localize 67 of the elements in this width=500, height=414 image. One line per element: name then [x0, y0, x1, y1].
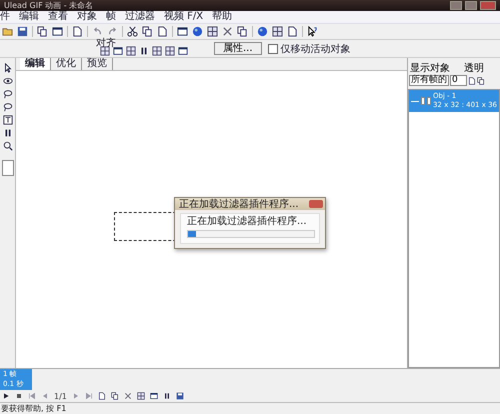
tab[interactable]: 预览	[82, 58, 113, 70]
bars-icon[interactable]	[2, 128, 12, 138]
grid-icon[interactable]	[207, 26, 218, 37]
lasso-icon[interactable]	[2, 89, 12, 99]
redo-arrow-icon[interactable]	[107, 26, 118, 37]
cross-icon[interactable]	[124, 392, 132, 400]
bars-icon[interactable]	[139, 46, 149, 56]
grid-icon[interactable]	[100, 46, 110, 56]
pointer-icon[interactable]	[2, 63, 12, 73]
dialog-title: 正在加载过滤器插件程序...	[179, 198, 299, 211]
page-icon[interactable]	[157, 26, 168, 37]
grid-icon[interactable]	[272, 26, 283, 37]
window-icon[interactable]	[52, 26, 63, 37]
text-tool-icon[interactable]	[2, 115, 12, 125]
menu-item[interactable]: 对象	[77, 11, 97, 23]
align-label: 对齐	[96, 39, 116, 49]
window-icon[interactable]	[150, 392, 158, 400]
display-dropdown[interactable]: 所有帧的	[409, 75, 449, 86]
menu-item[interactable]: 帮助	[212, 11, 232, 23]
display-label: 显示对象	[410, 64, 450, 74]
copy-icon[interactable]	[142, 26, 153, 37]
copy-icon[interactable]	[237, 26, 248, 37]
copy-icon[interactable]	[110, 392, 119, 400]
play-icon[interactable]	[2, 392, 10, 400]
tab[interactable]: 编辑	[20, 58, 51, 70]
page-icon[interactable]	[72, 26, 83, 37]
color-swatch[interactable]	[2, 160, 14, 176]
window-icon[interactable]	[178, 46, 188, 56]
stop-icon[interactable]	[15, 392, 23, 400]
status-text: 要获得帮助, 按 F1	[1, 403, 66, 414]
tab[interactable]: 优化	[51, 58, 82, 70]
copy-icon[interactable]	[477, 76, 485, 84]
menu-item[interactable]: 帧	[106, 11, 116, 23]
grid-icon[interactable]	[165, 46, 175, 56]
page-icon[interactable]	[287, 26, 298, 37]
menu-item[interactable]: 视频 F/X	[164, 11, 204, 23]
magnifier-icon[interactable]	[2, 141, 12, 151]
menu-item[interactable]: 查看	[48, 11, 68, 23]
window-icon[interactable]	[113, 46, 123, 56]
bars-icon[interactable]	[162, 392, 171, 400]
grid-icon[interactable]	[152, 46, 162, 56]
eye-icon[interactable]	[2, 76, 12, 86]
globe-icon[interactable]	[257, 26, 268, 37]
lasso-icon[interactable]	[2, 102, 12, 112]
help-arrow-icon[interactable]	[307, 26, 318, 37]
frame-counter: 1/1	[54, 392, 67, 400]
checkbox-label: 仅移动活动对象	[280, 42, 351, 56]
menu-item[interactable]: 编辑	[19, 11, 39, 23]
properties-button[interactable]: 属性...	[214, 42, 262, 55]
copy-icon[interactable]	[37, 26, 48, 37]
menu-item[interactable]: 过滤器	[125, 11, 155, 23]
checkbox[interactable]	[268, 44, 278, 54]
page-icon[interactable]	[98, 392, 106, 400]
window-icon[interactable]	[177, 26, 188, 37]
grid-icon[interactable]	[126, 46, 136, 56]
grid-icon[interactable]	[136, 392, 145, 400]
opacity-label: 透明	[464, 64, 484, 74]
folder-icon[interactable]	[2, 26, 13, 37]
page-icon[interactable]	[468, 76, 476, 84]
opacity-spinbox[interactable]: 0	[450, 75, 467, 86]
dialog-message: 正在加载过滤器插件程序...	[187, 216, 308, 227]
window-title: Ulead GIF 动画 - 未命名	[4, 0, 94, 10]
undo-arrow-icon[interactable]	[92, 26, 103, 37]
menu-item[interactable]: 件	[0, 11, 10, 23]
cross-icon[interactable]	[222, 26, 233, 37]
scissors-icon[interactable]	[127, 26, 138, 37]
globe-icon[interactable]	[192, 26, 203, 37]
